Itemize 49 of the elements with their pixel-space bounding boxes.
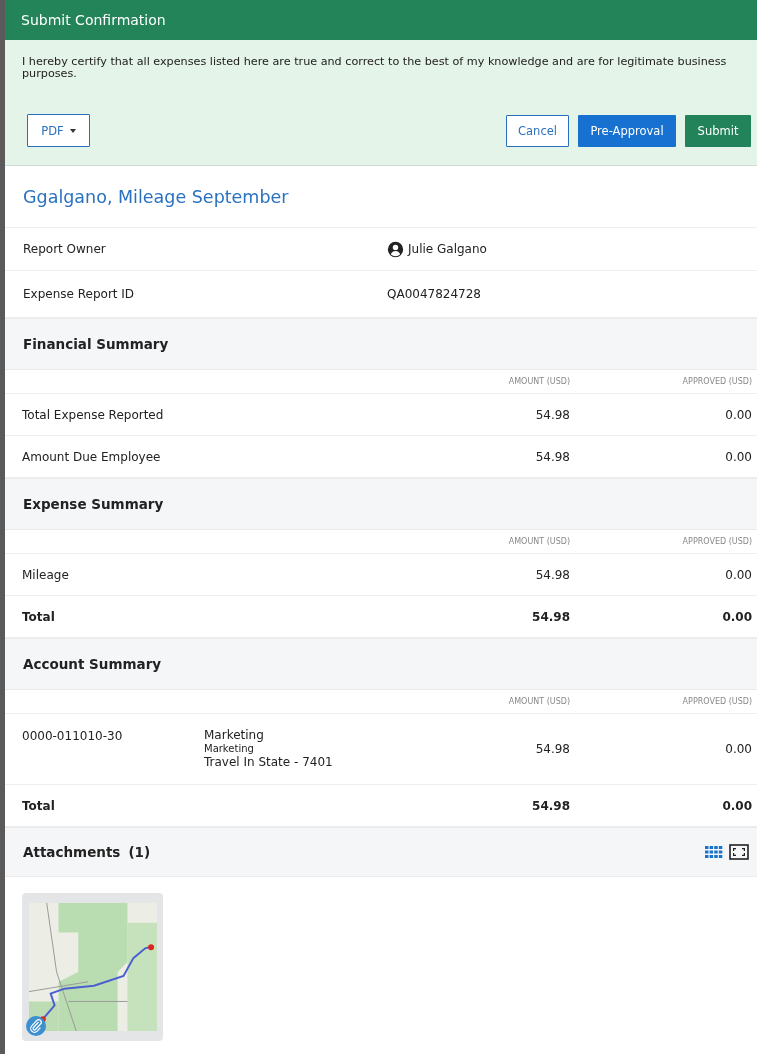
column-header: APPROVED (USD) bbox=[682, 377, 752, 386]
fullscreen-icon[interactable] bbox=[729, 844, 749, 860]
account-text: Marketing bbox=[204, 728, 265, 743]
row-label: Total bbox=[22, 609, 55, 624]
grid-view-icon[interactable] bbox=[705, 846, 723, 858]
approved-cell: 0.00 bbox=[722, 609, 752, 624]
detail-label: Report Owner bbox=[23, 242, 107, 256]
approved-cell: 0.00 bbox=[725, 407, 752, 422]
amount-cell: 54.98 bbox=[532, 609, 570, 624]
amount-cell: 54.98 bbox=[535, 407, 570, 422]
row-label: Total bbox=[22, 798, 55, 813]
approved-cell: 0.00 bbox=[722, 798, 752, 813]
approved-cell: 0.00 bbox=[725, 449, 752, 464]
row-label: Total Expense Reported bbox=[22, 407, 164, 422]
detail-value: Julie Galgano bbox=[408, 242, 487, 256]
column-header: AMOUNT (USD) bbox=[508, 377, 570, 386]
submit-button[interactable]: Submit bbox=[685, 114, 751, 147]
column-header: AMOUNT (USD) bbox=[508, 697, 570, 706]
amount-cell: 54.98 bbox=[535, 742, 570, 756]
certification-text: I hereby certify that all expenses listed here are true and correct to the best of my knowledge and are for legitimate business purposes. bbox=[22, 56, 728, 80]
paperclip-icon bbox=[26, 1016, 46, 1036]
amount-cell: 54.98 bbox=[532, 798, 570, 813]
section-title: Financial Summary bbox=[23, 336, 169, 352]
column-header: APPROVED (USD) bbox=[682, 697, 752, 706]
detail-value: QA0047824728 bbox=[387, 287, 481, 301]
row-label: Amount Due Employee bbox=[22, 449, 161, 464]
column-header: APPROVED (USD) bbox=[682, 537, 752, 546]
pre-approval-button[interactable]: Pre-Approval bbox=[578, 114, 676, 147]
approved-cell: 0.00 bbox=[725, 567, 752, 582]
section-title: Account Summary bbox=[23, 656, 162, 672]
amount-cell: 54.98 bbox=[535, 567, 570, 582]
dialog-title: Submit Confirmation bbox=[21, 12, 166, 28]
section-title: Expense Summary bbox=[23, 496, 164, 512]
row-label: Mileage bbox=[22, 567, 69, 582]
pdf-dropdown-button[interactable]: PDF bbox=[27, 114, 90, 147]
detail-label: Expense Report ID bbox=[23, 287, 136, 301]
account-text: Marketing bbox=[204, 743, 255, 755]
user-icon bbox=[387, 240, 404, 258]
column-header: AMOUNT (USD) bbox=[508, 537, 570, 546]
account-text: Travel In State - 7401 bbox=[204, 755, 334, 770]
approved-cell: 0.00 bbox=[725, 742, 752, 756]
cancel-button[interactable]: Cancel bbox=[506, 114, 569, 147]
report-title: Ggalgano, Mileage September bbox=[23, 186, 289, 207]
row-label: 0000-011010-30 bbox=[22, 729, 123, 743]
section-title: Attachments bbox=[23, 844, 121, 860]
amount-cell: 54.98 bbox=[535, 449, 570, 464]
caret-icon bbox=[69, 128, 76, 133]
attachment-count: (1) bbox=[128, 844, 151, 860]
attachment-thumbnail[interactable] bbox=[22, 893, 163, 1041]
